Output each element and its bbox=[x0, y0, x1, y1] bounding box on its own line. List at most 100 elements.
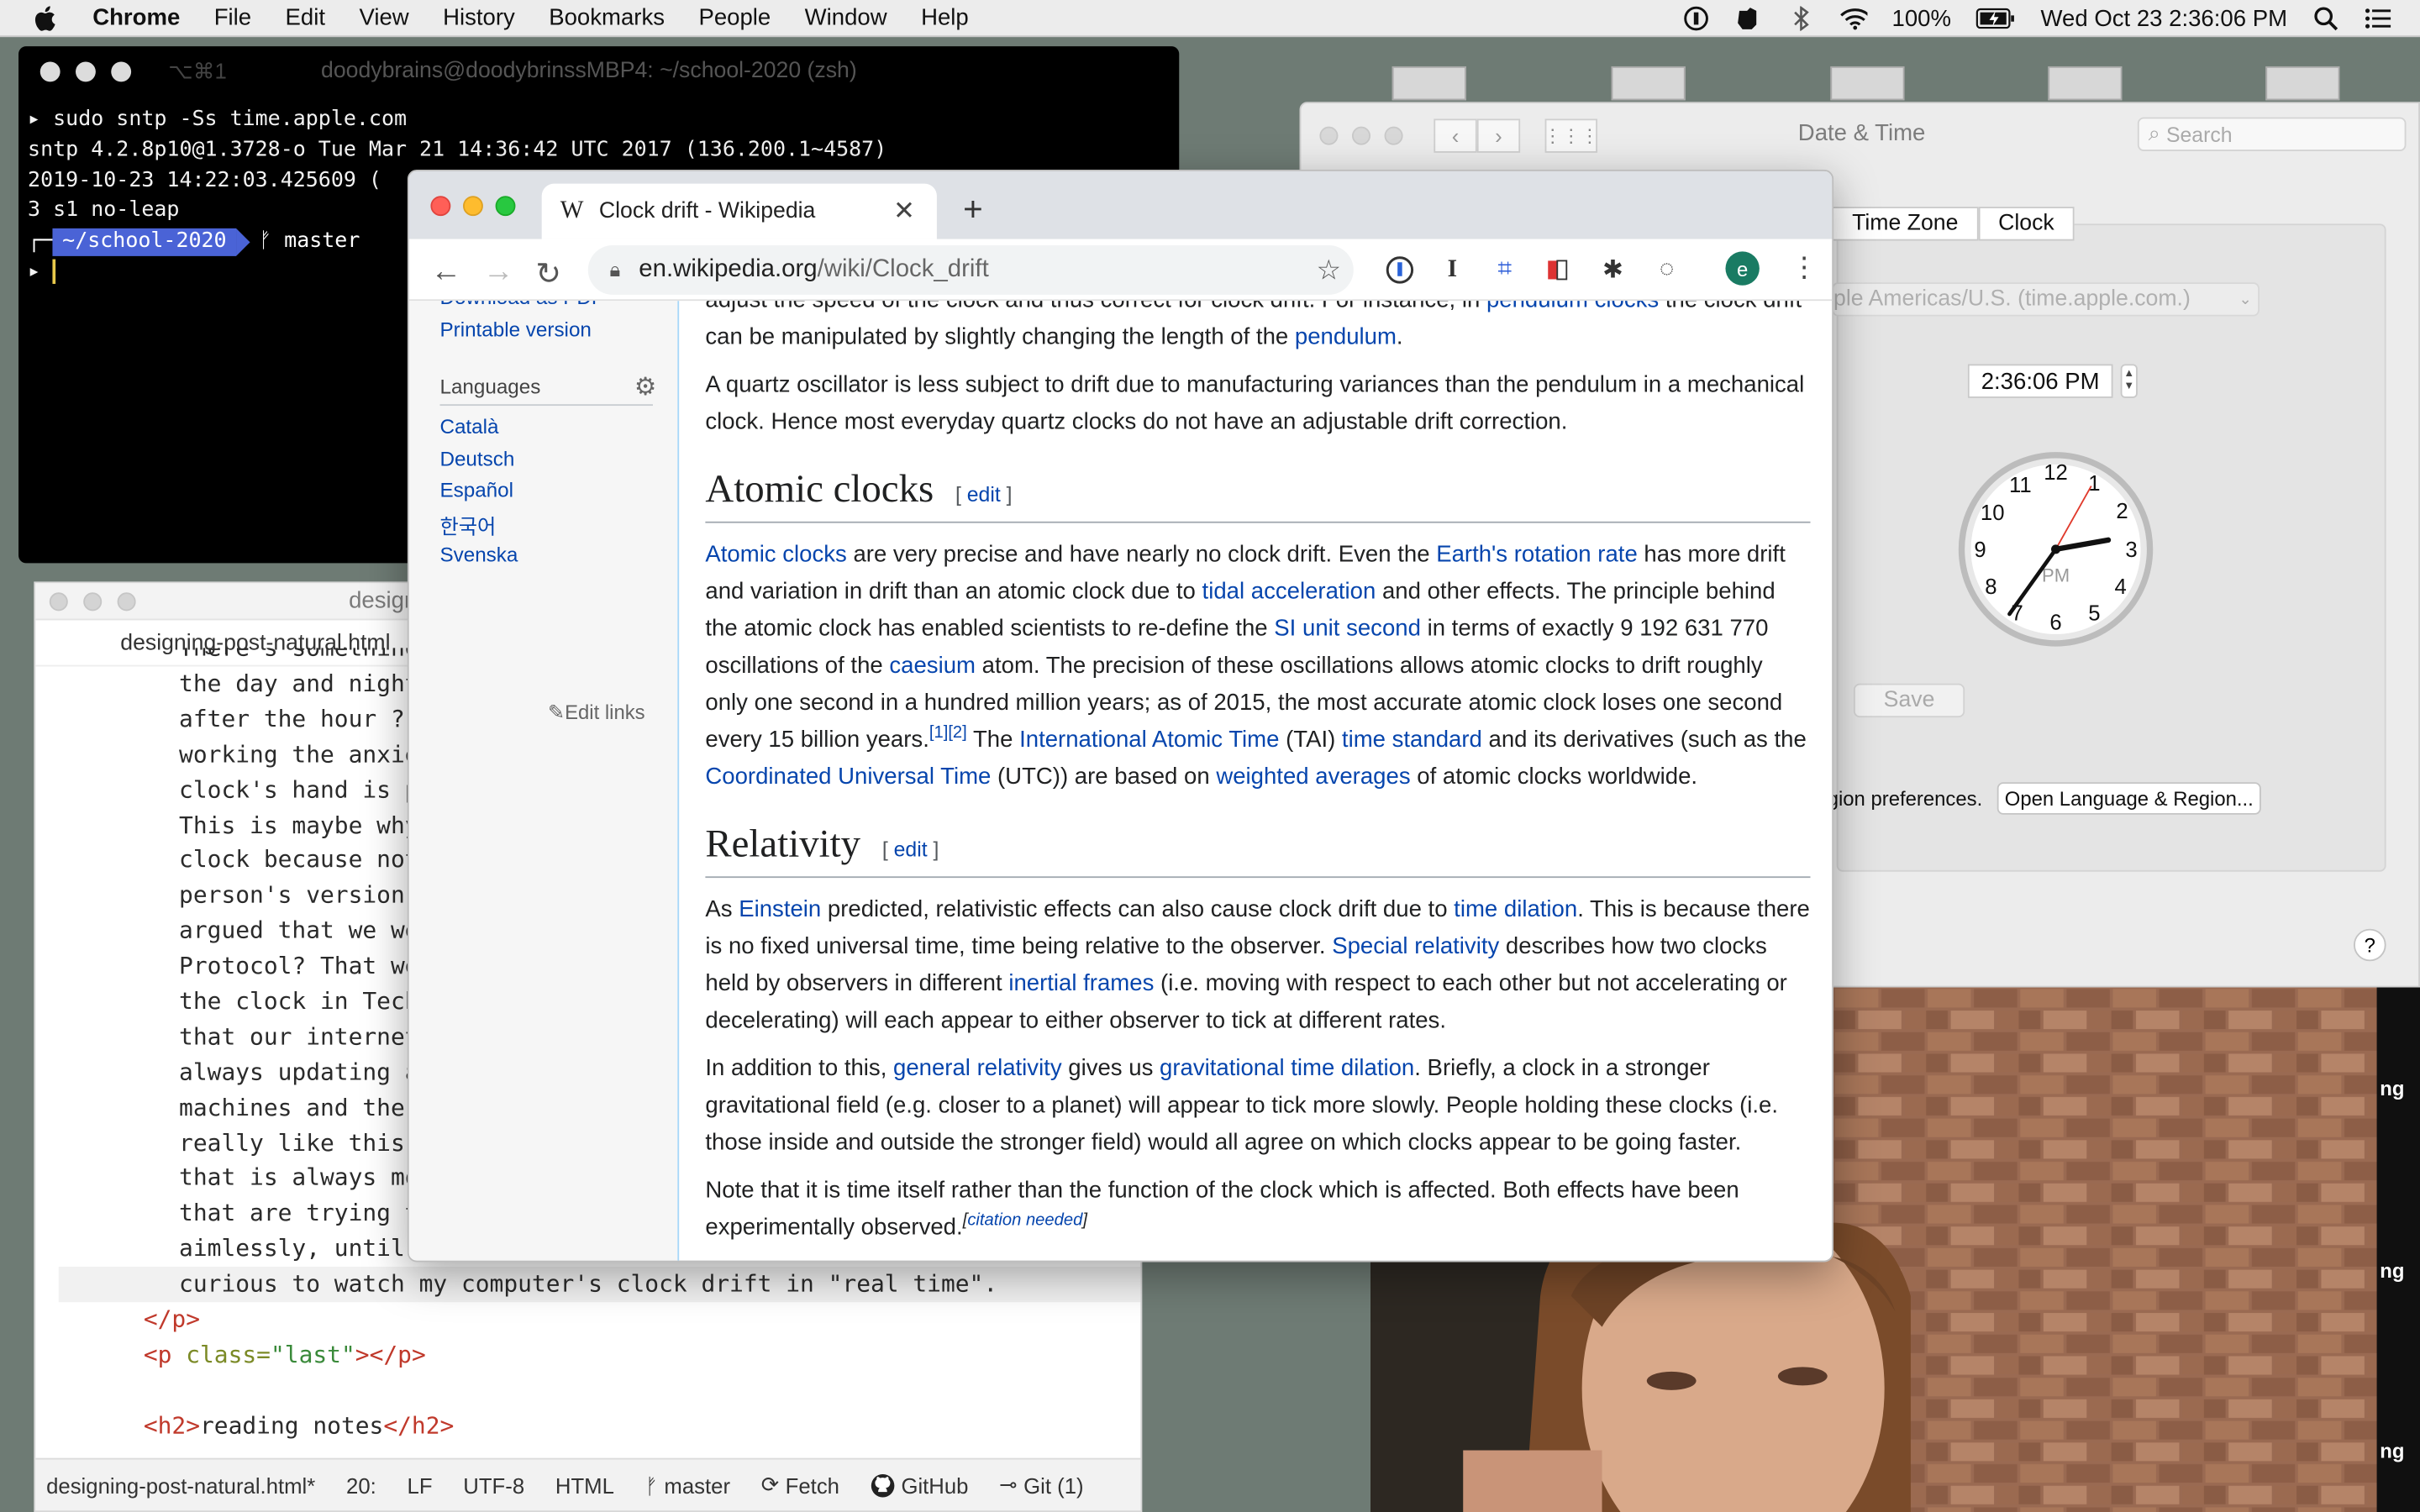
space-thumbnail[interactable] bbox=[1392, 66, 1466, 101]
edit-link[interactable]: edit bbox=[894, 837, 928, 861]
password-manager-icon[interactable] bbox=[1682, 5, 1710, 33]
link[interactable]: Coordinated Universal Time bbox=[705, 764, 991, 790]
printable-version-link[interactable]: Printable version bbox=[439, 318, 591, 341]
profile-avatar[interactable]: e bbox=[1725, 251, 1760, 286]
chrome-window-controls[interactable] bbox=[430, 196, 516, 217]
close-button[interactable] bbox=[49, 591, 68, 611]
time-server-select[interactable]: ple Americas/U.S. (time.apple.com.) ⌄ bbox=[1832, 282, 2260, 317]
text-extension-icon[interactable]: I bbox=[1437, 255, 1468, 286]
time-stepper[interactable]: ▲ ▼ bbox=[2120, 364, 2138, 398]
chrome-tab-strip[interactable]: W Clock drift - Wikipedia ✕ + bbox=[408, 171, 1833, 239]
menu-edit[interactable]: Edit bbox=[286, 5, 325, 31]
zoom-button[interactable] bbox=[117, 591, 136, 611]
bookmark-star-icon[interactable]: ☆ bbox=[1316, 254, 1341, 286]
link[interactable]: International Atomic Time bbox=[1019, 727, 1279, 753]
language-link[interactable]: Català bbox=[439, 415, 498, 438]
language-link[interactable]: Deutsch bbox=[439, 448, 514, 471]
link[interactable]: Atomic clocks bbox=[705, 542, 846, 568]
forward-icon[interactable]: › bbox=[1476, 118, 1521, 153]
status-grammar[interactable]: HTML bbox=[555, 1473, 614, 1497]
menubar-clock[interactable]: Wed Oct 23 2:36:06 PM bbox=[2041, 5, 2288, 31]
show-all-grid-icon[interactable]: ⋮⋮⋮ bbox=[1544, 118, 1599, 153]
language-link[interactable]: Svenska bbox=[439, 543, 518, 567]
link[interactable]: tidal acceleration bbox=[1202, 579, 1376, 605]
stepper-down-icon[interactable]: ▼ bbox=[2123, 381, 2134, 394]
terminal-window-controls[interactable] bbox=[39, 60, 132, 81]
stepper-up-icon[interactable]: ▲ bbox=[2123, 369, 2134, 381]
menu-app-name[interactable]: Chrome bbox=[92, 5, 180, 31]
help-button[interactable]: ? bbox=[2354, 928, 2386, 962]
download-pdf-link[interactable]: Download as PDF bbox=[439, 301, 603, 308]
tab-clock[interactable]: Clock bbox=[1978, 207, 2075, 241]
password-extension-icon[interactable] bbox=[1385, 255, 1416, 286]
link[interactable]: inertial frames bbox=[1008, 970, 1154, 996]
bluetooth-icon[interactable] bbox=[1787, 5, 1815, 33]
citation-needed-link[interactable]: citation needed bbox=[967, 1211, 1082, 1230]
language-link[interactable]: Español bbox=[439, 478, 513, 501]
sync-extension-icon[interactable]: ◌ bbox=[1651, 255, 1682, 286]
time-field[interactable]: 2:36:06 PM bbox=[1967, 364, 2113, 398]
prefs-search-field[interactable]: ⌕ Search bbox=[2137, 117, 2407, 152]
wifi-icon[interactable] bbox=[1839, 5, 1868, 33]
prefs-window-controls[interactable] bbox=[1319, 126, 1403, 145]
book-extension-icon[interactable] bbox=[1542, 255, 1573, 286]
crop-extension-icon[interactable]: ⌗ bbox=[1489, 255, 1520, 286]
link-pendulum[interactable]: pendulum bbox=[1295, 324, 1397, 350]
terminal-titlebar[interactable]: ⌥⌘1 doodybrains@doodybrinssMBP4: ~/schoo… bbox=[18, 46, 1179, 96]
link[interactable]: time dilation bbox=[1454, 896, 1577, 922]
spotlight-search-icon[interactable] bbox=[2312, 5, 2339, 33]
open-language-region-button[interactable]: Open Language & Region... bbox=[1996, 782, 2261, 815]
lock-icon[interactable]: 🔒︎ bbox=[610, 258, 621, 282]
gear-icon[interactable]: ⚙ bbox=[634, 372, 656, 403]
space-thumbnail[interactable] bbox=[2048, 66, 2123, 101]
apple-menu-icon[interactable] bbox=[34, 4, 65, 32]
space-thumbnail[interactable] bbox=[1830, 66, 1905, 101]
prefs-toolbar[interactable]: ‹ › ⋮⋮⋮ Date & Time ⌕ Search bbox=[1301, 103, 2418, 168]
save-button[interactable]: Save bbox=[1853, 683, 1965, 718]
more-menu-icon[interactable]: ⋮ bbox=[1791, 251, 1818, 284]
battery-charging-icon[interactable] bbox=[1975, 5, 2016, 33]
status-line-ending[interactable]: LF bbox=[408, 1473, 433, 1497]
status-file[interactable]: designing-post-natural.html* bbox=[46, 1473, 315, 1497]
link[interactable]: time standard bbox=[1342, 727, 1482, 753]
status-git[interactable]: ⊸ Git (1) bbox=[999, 1472, 1083, 1498]
close-button[interactable] bbox=[430, 196, 451, 217]
menu-view[interactable]: View bbox=[359, 5, 408, 31]
link[interactable]: general relativity bbox=[893, 1055, 1062, 1081]
space-thumbnail[interactable] bbox=[1611, 66, 1686, 101]
zoom-button[interactable] bbox=[111, 60, 132, 81]
status-branch[interactable]: ᚠ master bbox=[645, 1473, 730, 1497]
edit-link[interactable]: edit bbox=[967, 483, 1001, 507]
asterisk-extension-icon[interactable]: ✱ bbox=[1597, 255, 1628, 286]
menu-file[interactable]: File bbox=[214, 5, 251, 31]
minimize-button[interactable] bbox=[1351, 126, 1371, 145]
close-button[interactable] bbox=[1319, 126, 1339, 145]
citation-link[interactable]: [1][2] bbox=[929, 723, 967, 742]
minimize-button[interactable] bbox=[463, 196, 483, 217]
link[interactable]: Earth's rotation rate bbox=[1436, 542, 1638, 568]
menu-help[interactable]: Help bbox=[921, 5, 969, 31]
new-tab-icon[interactable]: + bbox=[963, 190, 983, 230]
status-cursor-position[interactable]: 20: bbox=[346, 1473, 376, 1497]
menu-bookmarks[interactable]: Bookmarks bbox=[549, 5, 665, 31]
link[interactable]: caesium bbox=[889, 653, 976, 679]
tab-time-zone[interactable]: Time Zone bbox=[1832, 207, 1979, 241]
reload-icon[interactable]: ↻ bbox=[535, 255, 561, 293]
address-bar[interactable]: 🔒︎ en.wikipedia.org/wiki/Clock_drift ☆ bbox=[587, 245, 1354, 295]
language-link[interactable]: 한국어 bbox=[439, 511, 496, 540]
link[interactable]: Einstein bbox=[739, 896, 821, 922]
zoom-button[interactable] bbox=[1384, 126, 1403, 145]
editor-window-controls[interactable] bbox=[49, 591, 136, 611]
menu-window[interactable]: Window bbox=[805, 5, 887, 31]
notification-center-icon[interactable] bbox=[2365, 5, 2392, 33]
link-pendulum-clocks[interactable]: pendulum clocks bbox=[1486, 301, 1659, 313]
minimize-button[interactable] bbox=[76, 60, 96, 81]
back-arrow-icon[interactable]: ← bbox=[430, 255, 461, 290]
status-fetch[interactable]: ⟳ Fetch bbox=[761, 1472, 839, 1498]
status-github[interactable]: GitHub bbox=[871, 1473, 968, 1498]
link[interactable]: SI unit second bbox=[1274, 616, 1421, 642]
close-tab-icon[interactable]: ✕ bbox=[893, 196, 915, 227]
chrome-window[interactable]: W Clock drift - Wikipedia ✕ + ← → ↻ 🔒︎ e… bbox=[407, 170, 1834, 1263]
browser-tab[interactable]: W Clock drift - Wikipedia ✕ bbox=[541, 183, 937, 239]
zoom-button[interactable] bbox=[495, 196, 516, 217]
